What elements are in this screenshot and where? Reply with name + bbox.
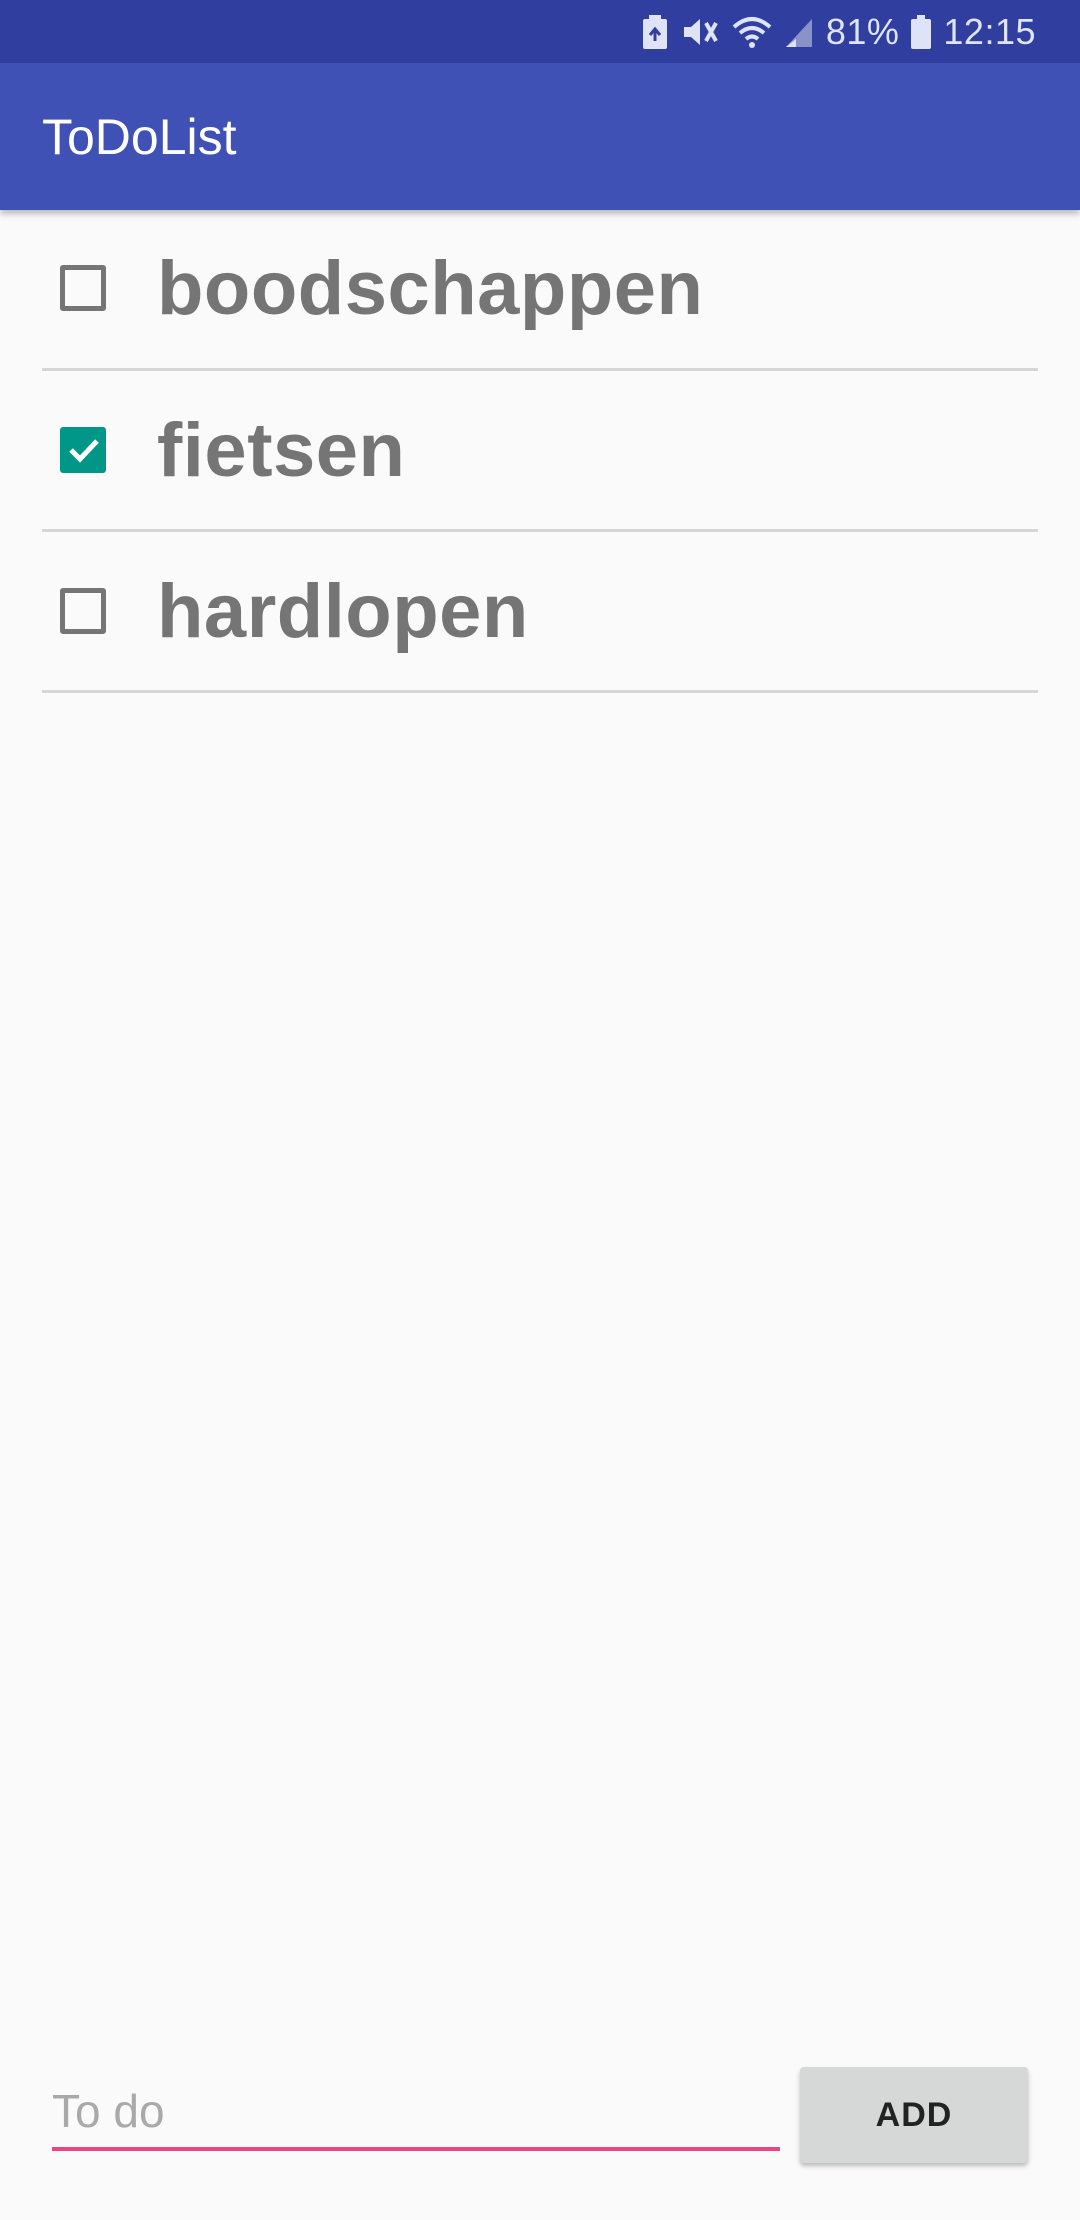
app-bar: ToDoList bbox=[0, 63, 1080, 210]
screen: 81% 12:15 ToDoList boodschappen fietsen … bbox=[0, 0, 1080, 2220]
todo-input[interactable] bbox=[52, 2075, 780, 2151]
todo-input-wrapper bbox=[52, 2075, 780, 2155]
add-button[interactable]: ADD bbox=[800, 2067, 1028, 2163]
check-icon bbox=[69, 439, 99, 463]
todo-label: hardlopen bbox=[157, 568, 529, 654]
todo-label: boodschappen bbox=[157, 245, 704, 331]
list-item[interactable]: boodschappen bbox=[42, 208, 1038, 371]
wifi-icon bbox=[732, 15, 772, 49]
todo-checkbox[interactable] bbox=[60, 427, 106, 473]
todo-checkbox[interactable] bbox=[60, 265, 106, 311]
list-item[interactable]: fietsen bbox=[42, 371, 1038, 532]
battery-percent: 81% bbox=[825, 10, 900, 52]
list-item[interactable]: hardlopen bbox=[42, 532, 1038, 693]
clock: 12:15 bbox=[943, 10, 1036, 52]
battery-icon bbox=[911, 14, 932, 49]
battery-saver-icon bbox=[642, 14, 668, 49]
todo-list: boodschappen fietsen hardlopen bbox=[42, 246, 1038, 693]
todo-label: fietsen bbox=[157, 407, 406, 493]
cellular-signal-icon bbox=[784, 15, 814, 49]
app-title: ToDoList bbox=[42, 108, 237, 165]
todo-checkbox[interactable] bbox=[60, 588, 106, 634]
mute-vibrate-icon bbox=[680, 15, 720, 49]
status-bar: 81% 12:15 bbox=[0, 0, 1080, 63]
